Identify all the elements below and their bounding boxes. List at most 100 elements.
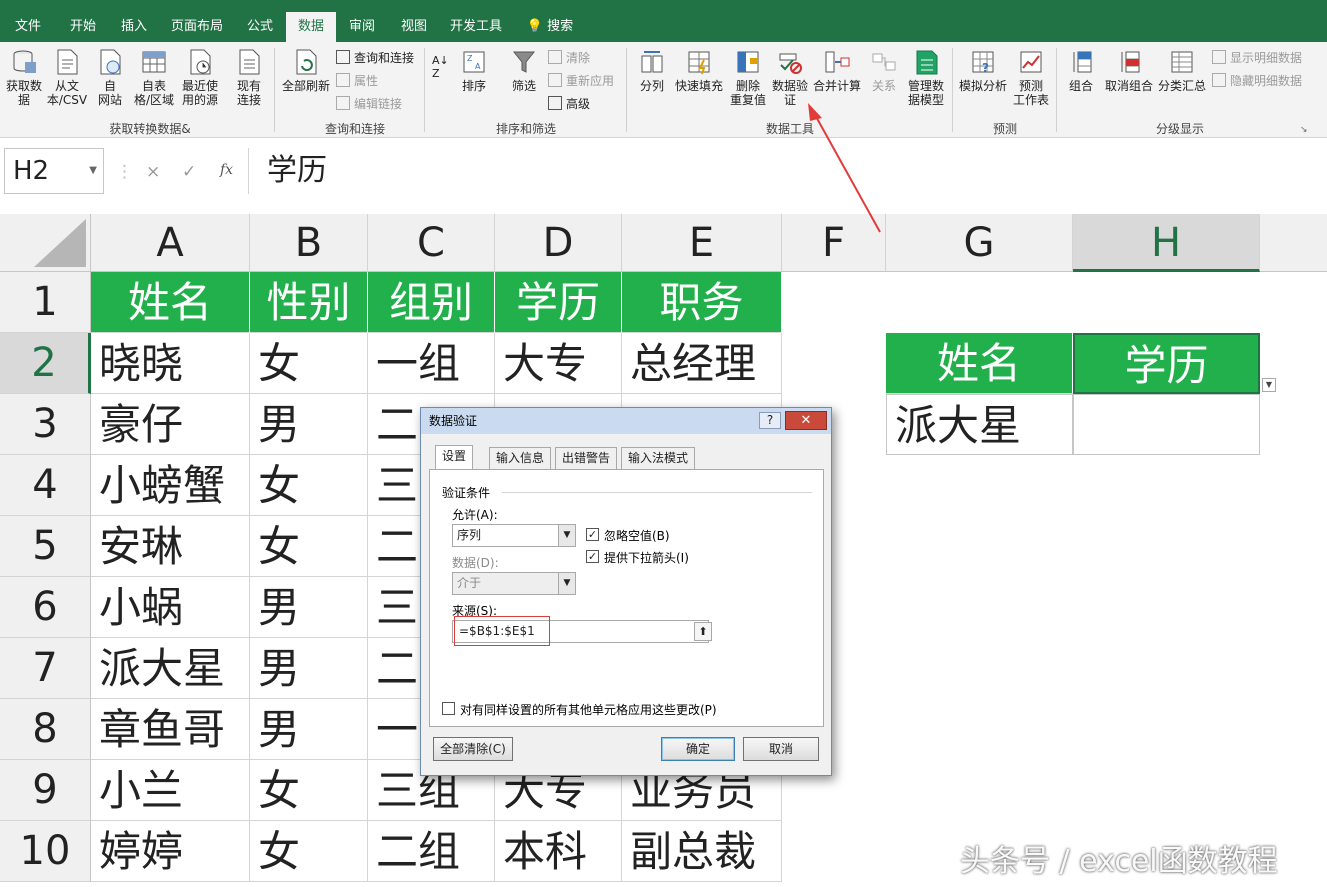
edit-links-button[interactable]: 编辑链接 [336,94,402,114]
reapply-button[interactable]: 重新应用 [548,71,614,91]
subtotal-button[interactable]: 分类汇总 [1156,48,1208,93]
text-to-columns-button[interactable]: 分列 [634,48,670,93]
consolidate-button[interactable]: 合并计算 [812,48,862,93]
cancel-button[interactable]: 取消 [743,737,819,761]
chevron-down-icon[interactable]: ▼ [89,149,97,193]
chevron-down-icon[interactable]: ▼ [558,573,575,594]
recent-sources-button[interactable]: 最近使 用的源 [178,48,222,107]
table-cell[interactable]: 男 [250,699,368,760]
cell-d1[interactable]: 学历 [495,272,622,333]
table-cell[interactable]: 婷婷 [91,821,250,882]
select-all-corner[interactable] [0,214,91,272]
clear-filter-button[interactable]: 清除 [548,48,590,68]
tab-insert[interactable]: 插入 [112,12,156,42]
filter-button[interactable]: 筛选 [504,48,544,93]
column-header-h[interactable]: H [1073,214,1260,272]
tab-settings[interactable]: 设置 [435,445,474,470]
tab-home[interactable]: 开始 [60,12,106,42]
row-header-8[interactable]: 8 [0,699,91,760]
row-header-6[interactable]: 6 [0,577,91,638]
clear-all-button[interactable]: 全部清除(C) [433,737,513,761]
column-header-f[interactable]: F [782,214,886,272]
table-cell[interactable]: 小螃蟹 [91,455,250,516]
tab-data[interactable]: 数据 [286,12,336,42]
row-header-9[interactable]: 9 [0,760,91,821]
data-validation-button[interactable]: 数据验 证 [770,48,810,107]
apply-all-checkbox[interactable] [442,702,455,715]
table-cell[interactable]: 男 [250,394,368,455]
insert-function-icon[interactable]: fx [220,162,233,178]
column-header-e[interactable]: E [622,214,782,272]
close-button[interactable]: ✕ [785,411,827,430]
column-header-d[interactable]: D [495,214,622,272]
name-box[interactable]: H2 ▼ [4,148,104,194]
row-header-1[interactable]: 1 [0,272,91,333]
table-cell[interactable]: 女 [250,455,368,516]
row-header-3[interactable]: 3 [0,394,91,455]
sort-button[interactable]: ZA 排序 [456,48,492,93]
cell-a1[interactable]: 姓名 [91,272,250,333]
table-cell[interactable]: 一组 [368,333,495,394]
table-cell[interactable]: 总经理 [622,333,782,394]
table-cell[interactable]: 男 [250,638,368,699]
relationships-button[interactable]: 关系 [864,48,904,93]
queries-connections-button[interactable]: 查询和连接 [336,48,414,68]
column-header-g[interactable]: G [886,214,1073,272]
table-cell[interactable]: 豪仔 [91,394,250,455]
cell-g2[interactable]: 姓名 [886,333,1073,394]
cancel-icon[interactable]: × [146,162,160,182]
table-cell[interactable]: 安琳 [91,516,250,577]
table-cell[interactable]: 副总裁 [622,821,782,882]
table-cell[interactable]: 小蜗 [91,577,250,638]
get-data-button[interactable]: 获取数 据 [2,48,46,107]
row-header-2[interactable]: 2 [0,333,91,394]
cell-b1[interactable]: 性别 [250,272,368,333]
group-button[interactable]: 组合 [1062,48,1100,93]
cell-g3[interactable]: 派大星 [886,394,1073,455]
tab-view[interactable]: 视图 [392,12,436,42]
tab-search[interactable]: 💡 搜索 [520,12,580,42]
table-cell[interactable]: 女 [250,333,368,394]
from-text-csv-button[interactable]: 从文 本/CSV [46,48,88,107]
allow-select[interactable]: 序列 ▼ [452,524,576,547]
existing-connections-button[interactable]: 现有 连接 [228,48,270,107]
tab-page-layout[interactable]: 页面布局 [164,12,230,42]
cell-c1[interactable]: 组别 [368,272,495,333]
row-header-10[interactable]: 10 [0,821,91,882]
row-header-5[interactable]: 5 [0,516,91,577]
chevron-down-icon[interactable]: ▼ [558,525,575,546]
ungroup-button[interactable]: 取消组合 [1102,48,1156,93]
tab-input-message[interactable]: 输入信息 [489,447,552,469]
table-cell[interactable]: 女 [250,760,368,821]
column-header-b[interactable]: B [250,214,368,272]
tab-file[interactable]: 文件 [8,12,48,42]
table-cell[interactable]: 派大星 [91,638,250,699]
table-cell[interactable]: 男 [250,577,368,638]
in-cell-dropdown-checkbox[interactable]: ✓ [586,550,599,563]
table-cell[interactable]: 女 [250,516,368,577]
column-header-i[interactable] [1260,214,1327,272]
row-header-7[interactable]: 7 [0,638,91,699]
hide-detail-button[interactable]: 隐藏明细数据 [1212,71,1302,91]
cell-h3[interactable] [1073,394,1260,455]
column-header-c[interactable]: C [368,214,495,272]
table-cell[interactable]: 小兰 [91,760,250,821]
tab-ime-mode[interactable]: 输入法模式 [621,447,696,469]
collapse-dialog-icon[interactable]: ⬆ [694,622,712,641]
cell-dropdown-arrow-icon[interactable]: ▼ [1262,378,1276,392]
manage-data-model-button[interactable]: 管理数 据模型 [904,48,948,107]
table-cell[interactable]: 二组 [368,821,495,882]
help-button[interactable]: ? [759,412,781,429]
ok-button[interactable]: 确定 [661,737,735,761]
table-cell[interactable]: 章鱼哥 [91,699,250,760]
table-cell[interactable]: 大专 [495,333,622,394]
data-select[interactable]: 介于 ▼ [452,572,576,595]
tab-developer[interactable]: 开发工具 [444,12,508,42]
formula-input[interactable]: 学历 [248,148,1327,194]
advanced-filter-button[interactable]: 高级 [548,94,590,114]
dialog-launcher-icon[interactable]: ↘ [1300,120,1308,140]
from-table-button[interactable]: 自表 格/区域 [132,48,176,107]
refresh-all-button[interactable]: 全部刷新 [278,48,334,93]
table-cell[interactable]: 本科 [495,821,622,882]
confirm-icon[interactable]: ✓ [182,162,196,182]
